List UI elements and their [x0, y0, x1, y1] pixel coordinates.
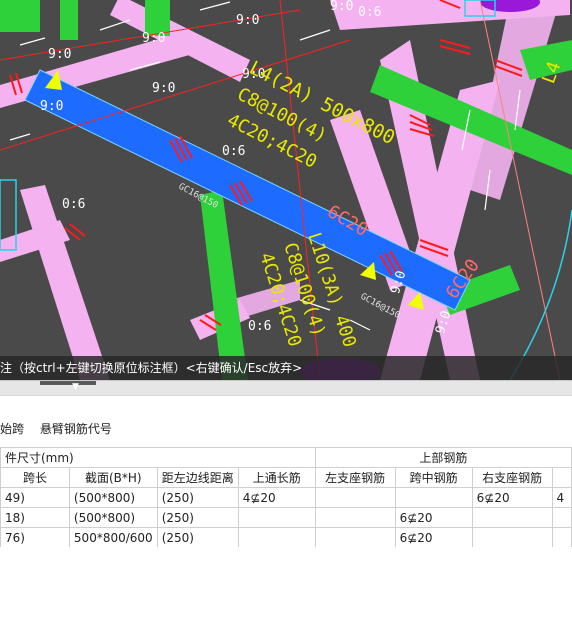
- cell-extra[interactable]: [551, 507, 572, 528]
- cell-right-support[interactable]: [471, 507, 553, 528]
- table-row[interactable]: 76) 500*800/600 (250) 6⊈20: [0, 527, 572, 547]
- cell-right-support[interactable]: [471, 527, 553, 547]
- col-header-through-rebar: 上通长筋: [237, 467, 316, 488]
- beam-span-table: 件尺寸(mm) 上部钢筋 跨长 截面(B*H) 距左边线距离 上通长筋 左支座钢…: [0, 447, 572, 547]
- svg-text:9:0: 9:0: [142, 31, 165, 46]
- svg-text:0:6: 0:6: [358, 5, 381, 20]
- cell-edge[interactable]: (250): [156, 487, 239, 508]
- dimension-labels: 9:0 9:0 9:0 9:0 9:0 9:0 9:0 0:6 0:6 0:6 …: [40, 0, 455, 336]
- svg-text:0:6: 0:6: [62, 197, 85, 212]
- table-row[interactable]: 18) (500*800) (250) 6⊈20: [0, 507, 572, 528]
- cell-section[interactable]: (500*800): [68, 487, 158, 508]
- table-toolbar: 始跨 悬臂钢筋代号: [0, 420, 124, 440]
- cell-span[interactable]: 76): [0, 527, 70, 547]
- col-header-mid-span: 跨中钢筋: [394, 467, 473, 488]
- svg-text:9:0: 9:0: [236, 13, 259, 28]
- col-header-left-support: 左支座钢筋: [314, 467, 396, 488]
- svg-text:9:0: 9:0: [48, 47, 71, 62]
- svg-text:0:6: 0:6: [222, 144, 245, 159]
- start-span-button[interactable]: 始跨: [0, 422, 24, 436]
- svg-text:0:6: 0:6: [248, 319, 271, 334]
- cell-left-support[interactable]: [314, 507, 396, 528]
- group-header-top-rebar: 上部钢筋: [314, 447, 572, 468]
- status-prompt: 注（按ctrl+左键切换原位标注框）<右键确认/Esc放弃>: [0, 361, 303, 375]
- cell-edge[interactable]: (250): [156, 527, 239, 547]
- cell-through[interactable]: 4⊈20: [237, 487, 316, 508]
- group-header-size: 件尺寸(mm): [0, 447, 316, 468]
- table-row[interactable]: 49) (500*800) (250) 4⊈20 6⊈20 4: [0, 487, 572, 508]
- cell-mid-span[interactable]: 6⊈20: [394, 507, 473, 528]
- cell-extra[interactable]: [551, 527, 572, 547]
- cell-span[interactable]: 49): [0, 487, 70, 508]
- cell-extra[interactable]: 4: [551, 487, 572, 508]
- cad-drawing-canvas[interactable]: 9:0 9:0 9:0 9:0 9:0 9:0 9:0 0:6 0:6 0:6 …: [0, 0, 572, 380]
- col-header-section: 截面(B*H): [68, 467, 158, 488]
- cell-section[interactable]: 500*800/600: [68, 527, 158, 547]
- panel-splitter[interactable]: ▼: [0, 380, 572, 396]
- svg-text:9:0: 9:0: [330, 0, 353, 14]
- cell-span[interactable]: 18): [0, 507, 70, 528]
- cell-through[interactable]: [237, 527, 316, 547]
- col-header-extra: [551, 467, 572, 488]
- cell-left-support[interactable]: [314, 527, 396, 547]
- col-header-span-length: 跨长: [0, 467, 70, 488]
- col-header-edge-distance: 距左边线距离: [156, 467, 239, 488]
- cell-right-support[interactable]: 6⊈20: [471, 487, 553, 508]
- splitter-grip[interactable]: [40, 381, 96, 385]
- svg-text:9:0: 9:0: [40, 99, 63, 114]
- cell-through[interactable]: [237, 507, 316, 528]
- svg-text:GC16@150: GC16@150: [359, 292, 402, 321]
- cell-edge[interactable]: (250): [156, 507, 239, 528]
- collapse-arrow-icon[interactable]: ▼: [72, 382, 79, 392]
- cell-section[interactable]: (500*800): [68, 507, 158, 528]
- cantilever-code-button[interactable]: 悬臂钢筋代号: [40, 422, 112, 436]
- svg-text:9:0: 9:0: [152, 81, 175, 96]
- cell-left-support[interactable]: [314, 487, 396, 508]
- command-status-bar: 注（按ctrl+左键切换原位标注框）<右键确认/Esc放弃>: [0, 356, 572, 380]
- cell-mid-span[interactable]: 6⊈20: [394, 527, 473, 547]
- col-header-right-support: 右支座钢筋: [471, 467, 553, 488]
- cell-mid-span[interactable]: [394, 487, 473, 508]
